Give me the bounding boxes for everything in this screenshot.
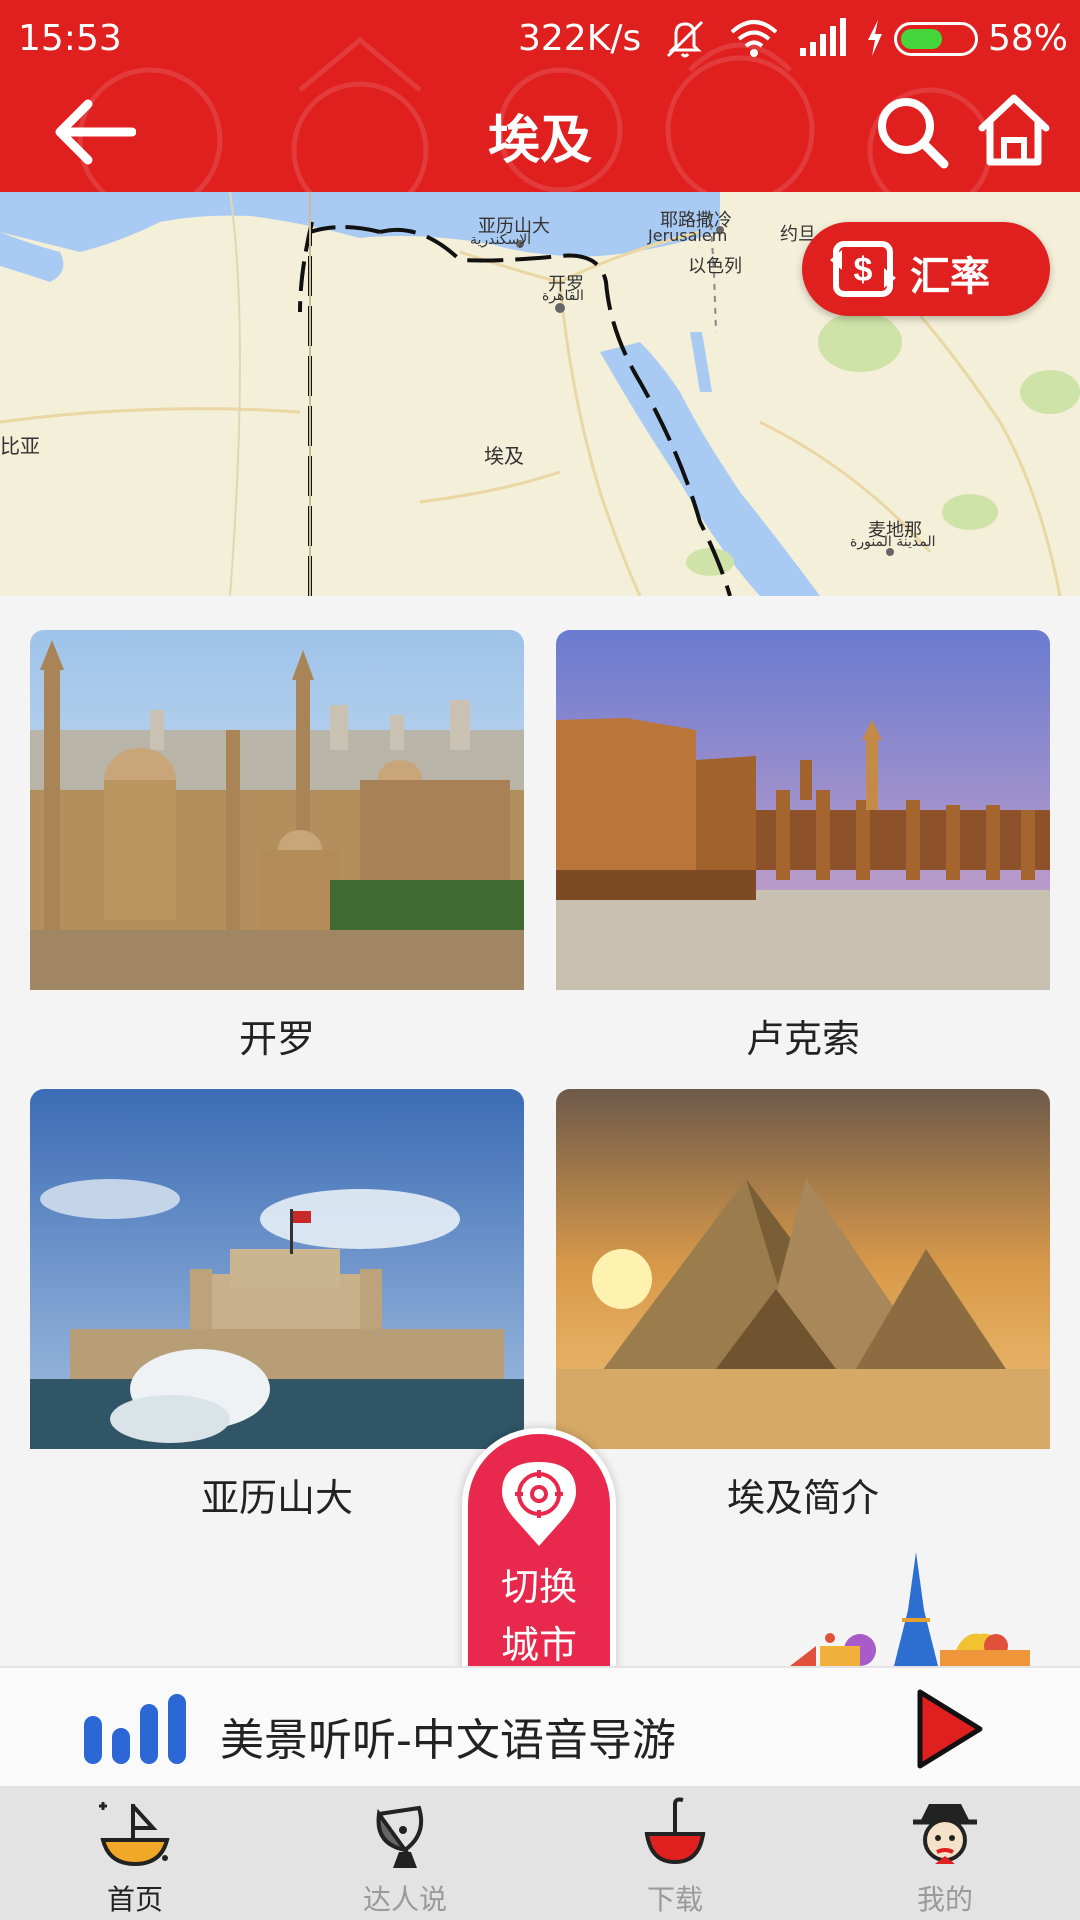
mute-icon [666, 20, 704, 58]
bottom-nav: 首页 达人说 下载 我的 [0, 1786, 1080, 1920]
map-label-israel: 以色列 [688, 256, 742, 277]
top-bar: 15:53 322K/s 58% 埃及 [0, 0, 1080, 192]
city-card-egypt-intro[interactable]: 埃及简介 [556, 1089, 1050, 1522]
nav-label-profile: 我的 [916, 1883, 973, 1916]
wifi-icon [730, 20, 778, 57]
audio-guide-bar[interactable]: 美景听听-中文语音导游 [0, 1666, 1080, 1786]
city-name-luxor: 卢克索 [745, 1017, 860, 1061]
battery-percent: 58% [988, 18, 1069, 59]
map-label-jerusalem-en: Jerusalem [648, 226, 728, 245]
nav-item-experts[interactable]: 达人说 [270, 1786, 540, 1920]
map-label-medina-ar: المدينة المنورة [850, 534, 936, 550]
signal-icon [800, 18, 846, 56]
map-label-egypt: 埃及 [484, 444, 524, 468]
audio-guide-title: 美景听听-中文语音导游 [220, 1715, 676, 1766]
city-card-cairo[interactable]: 开罗 [30, 630, 524, 1063]
city-card-luxor[interactable]: 卢克索 [556, 630, 1050, 1063]
location-pin-icon [502, 1462, 576, 1546]
switch-city-button[interactable]: 切换 城市 [462, 1428, 616, 1672]
city-photo-cairo [30, 630, 524, 990]
city-card-alexandria[interactable]: 亚历山大 [30, 1089, 524, 1522]
nav-label-home: 首页 [106, 1883, 163, 1916]
status-time: 15:53 [18, 18, 122, 59]
map-label-alexandria-ar: الإسكندرية [470, 232, 532, 248]
city-photo-alexandria [30, 1089, 524, 1449]
exchange-rate-label: 汇率 [910, 254, 990, 300]
satellite-dish-icon [376, 1805, 424, 1868]
travel-landmarks-illustration [790, 1552, 1030, 1666]
city-photo-pyramids [556, 1089, 1050, 1449]
map-label-libya: 利比亚 [0, 434, 40, 458]
profile-face-icon [913, 1804, 977, 1864]
currency-exchange-icon: $ [830, 241, 896, 297]
switch-city-line1: 切换 [500, 1565, 577, 1609]
exchange-rate-button[interactable]: $ 汇率 [802, 222, 1050, 316]
battery-icon [894, 22, 978, 56]
network-speed: 322K/s [518, 18, 642, 59]
home-boat-icon [99, 1802, 170, 1867]
battery-fill [901, 29, 942, 49]
download-bowl-icon [644, 1797, 706, 1865]
play-icon[interactable] [914, 1688, 984, 1770]
nav-label-download: 下载 [646, 1883, 703, 1916]
city-photo-luxor [556, 630, 1050, 990]
audio-bars-icon [84, 1694, 186, 1764]
search-icon[interactable] [872, 92, 952, 172]
city-name-alexandria: 亚历山大 [200, 1476, 353, 1520]
map-label-cairo-ar: القاهرة [542, 288, 584, 304]
nav-item-profile[interactable]: 我的 [810, 1786, 1080, 1920]
charging-icon [868, 20, 882, 56]
nav-item-home[interactable]: 首页 [0, 1786, 270, 1920]
svg-text:$: $ [854, 251, 873, 289]
city-name-cairo: 开罗 [238, 1017, 315, 1061]
status-bar: 15:53 322K/s 58% [0, 0, 1080, 78]
nav-item-download[interactable]: 下载 [540, 1786, 810, 1920]
city-name-egypt-intro: 埃及简介 [726, 1476, 879, 1520]
nav-label-experts: 达人说 [362, 1883, 447, 1916]
home-icon[interactable] [974, 90, 1054, 170]
